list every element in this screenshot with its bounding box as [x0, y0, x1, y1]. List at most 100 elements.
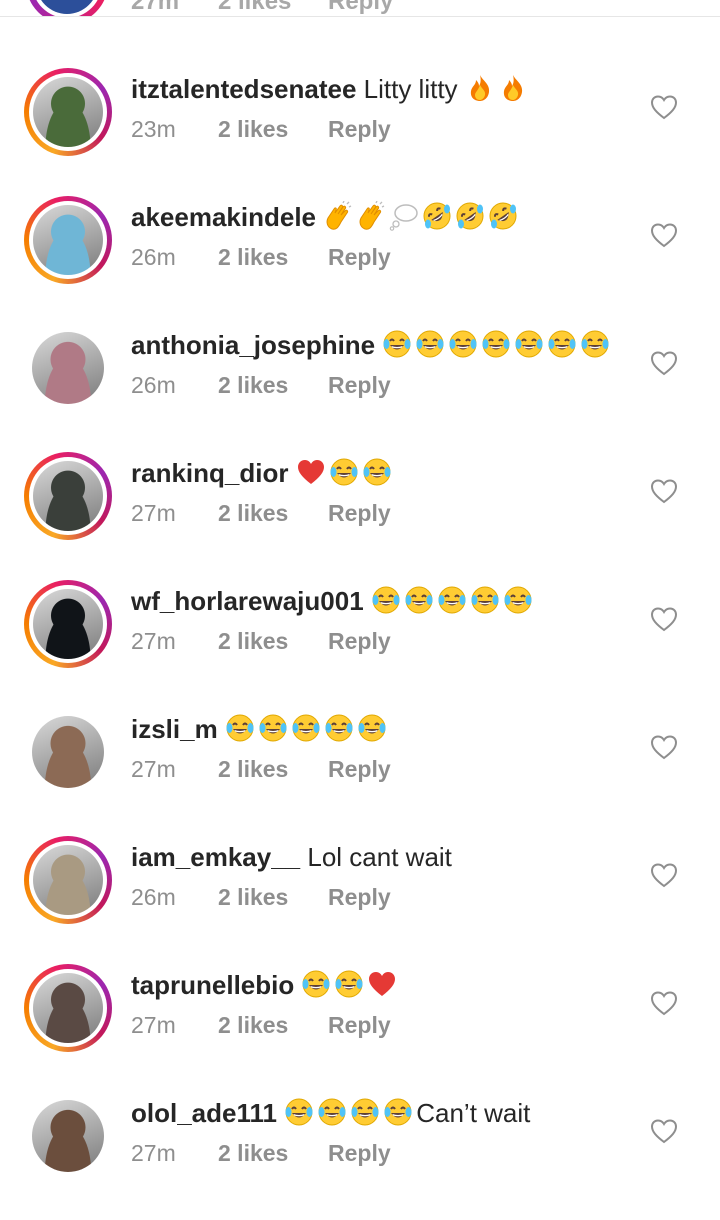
joy-emoji-icon: [284, 1097, 314, 1127]
comment-likes[interactable]: 2 likes: [218, 1140, 328, 1167]
comment-username[interactable]: wf_horlarewaju001: [131, 586, 364, 616]
reply-button[interactable]: Reply: [328, 372, 391, 398]
joy-emoji-icon: [225, 713, 255, 743]
comment-username[interactable]: itztalentedsenatee: [131, 74, 356, 104]
avatar[interactable]: [24, 324, 112, 412]
profile-photo: [32, 716, 104, 788]
comment-likes[interactable]: 2 likes: [218, 884, 328, 911]
comment-username[interactable]: izsli_m: [131, 714, 218, 744]
avatar[interactable]: [24, 580, 112, 668]
reply-button[interactable]: Reply: [328, 628, 391, 654]
heart-outline-icon[interactable]: [650, 990, 678, 1016]
joy-emoji-icon: [258, 713, 288, 743]
heart-outline-icon[interactable]: [650, 222, 678, 248]
avatar[interactable]: [24, 68, 112, 156]
comment-username[interactable]: taprunellebio: [131, 970, 294, 1000]
joy-emoji-icon: [437, 585, 467, 615]
comment-username[interactable]: akeemakindele: [131, 202, 316, 232]
comment-meta: 26m 2 likes Reply: [131, 244, 391, 271]
comment-likes[interactable]: 2 likes: [218, 756, 328, 783]
comment-item: rankinq_dior 27m 2 likes Reply: [0, 452, 720, 580]
joy-emoji-icon: [415, 329, 445, 359]
joy-emoji-icon: [382, 329, 412, 359]
comment-line: iam_emkay__ Lol cant wait: [131, 840, 452, 874]
joy-emoji-icon: [470, 585, 500, 615]
fire-emoji-icon: [498, 73, 528, 103]
comment-likes[interactable]: 2 likes: [218, 1012, 328, 1039]
comment-item: iam_emkay__ Lol cant wait 26m 2 likes Repl…: [0, 836, 720, 964]
comment-time: 27m: [131, 628, 176, 654]
reply-button[interactable]: Reply: [328, 756, 391, 782]
joy-emoji-icon: [357, 713, 387, 743]
comment-meta: 26m 2 likes Reply: [131, 884, 391, 911]
joy-emoji-icon: [547, 329, 577, 359]
avatar[interactable]: [24, 452, 112, 540]
profile-photo: [33, 973, 103, 1043]
comment-likes[interactable]: 2 likes: [218, 116, 328, 143]
joy-emoji-icon: [580, 329, 610, 359]
heart-outline-icon[interactable]: [650, 94, 678, 120]
profile-photo: [32, 1100, 104, 1172]
comment-text: Can’t wait: [416, 1098, 531, 1128]
joy-emoji-icon: [383, 1097, 413, 1127]
reply-button[interactable]: Reply: [328, 244, 391, 270]
rofl-emoji-icon: [488, 201, 518, 231]
comment-time: 23m: [131, 116, 176, 142]
heart-outline-icon[interactable]: [650, 862, 678, 888]
comment-likes[interactable]: 2 likes: [218, 0, 291, 16]
comment-username[interactable]: olol_ade111: [131, 1098, 277, 1128]
comment-likes[interactable]: 2 likes: [218, 244, 328, 271]
rofl-emoji-icon: [455, 201, 485, 231]
profile-photo: [33, 589, 103, 659]
avatar[interactable]: [24, 836, 112, 924]
reply-button[interactable]: Reply: [328, 116, 391, 142]
joy-emoji-icon: [448, 329, 478, 359]
heart-outline-icon[interactable]: [650, 350, 678, 376]
comment-line: anthonia_josephine: [131, 328, 613, 362]
previous-comment-partial: 27m 2 likes Reply: [0, 0, 720, 17]
clap-emoji-icon: [356, 201, 386, 231]
avatar[interactable]: [26, 0, 108, 16]
heart-outline-icon[interactable]: [650, 478, 678, 504]
comment-item: izsli_m 27m 2 likes Reply: [0, 708, 720, 836]
reply-button[interactable]: Reply: [328, 0, 393, 16]
fire-emoji-icon: [465, 73, 495, 103]
comment-time: 27m: [131, 756, 176, 782]
reply-button[interactable]: Reply: [328, 500, 391, 526]
joy-emoji-icon: [514, 329, 544, 359]
heart-emoji-icon: [367, 969, 397, 999]
comment-username[interactable]: anthonia_josephine: [131, 330, 375, 360]
reply-button[interactable]: Reply: [328, 1012, 391, 1038]
joy-emoji-icon: [371, 585, 401, 615]
avatar[interactable]: [24, 196, 112, 284]
avatar[interactable]: [24, 964, 112, 1052]
comment-likes[interactable]: 2 likes: [218, 372, 328, 399]
reply-button[interactable]: Reply: [328, 884, 391, 910]
joy-emoji-icon: [404, 585, 434, 615]
heart-outline-icon[interactable]: [650, 734, 678, 760]
heart-outline-icon[interactable]: [650, 1118, 678, 1144]
comment-username[interactable]: rankinq_dior: [131, 458, 288, 488]
heart-outline-icon[interactable]: [650, 606, 678, 632]
comment-meta: 27m 2 likes Reply: [131, 628, 391, 655]
reply-button[interactable]: Reply: [328, 1140, 391, 1166]
comment-time: 27m: [131, 0, 180, 15]
comment-item: taprunellebio 27m 2 likes Reply: [0, 964, 720, 1092]
rofl-emoji-icon: [422, 201, 452, 231]
comment-item: olol_ade111 Can’t wait 27m 2 likes Reply: [0, 1092, 720, 1220]
joy-emoji-icon: [291, 713, 321, 743]
avatar[interactable]: [24, 708, 112, 796]
comment-item: itztalentedsenatee Litty litty 23m 2 like…: [0, 68, 720, 196]
comment-meta: 27m 2 likes Reply: [131, 500, 391, 527]
comment-likes[interactable]: 2 likes: [218, 628, 328, 655]
comment-time: 26m: [131, 884, 176, 910]
comment-username[interactable]: iam_emkay__: [131, 842, 300, 872]
comment-line: wf_horlarewaju001: [131, 584, 536, 618]
profile-photo: [33, 77, 103, 147]
comment-likes[interactable]: 2 likes: [218, 500, 328, 527]
avatar[interactable]: [24, 1092, 112, 1180]
profile-photo: [32, 332, 104, 404]
thought-emoji-icon: [389, 201, 419, 231]
comment-meta: 26m 2 likes Reply: [131, 372, 391, 399]
profile-photo: [33, 845, 103, 915]
